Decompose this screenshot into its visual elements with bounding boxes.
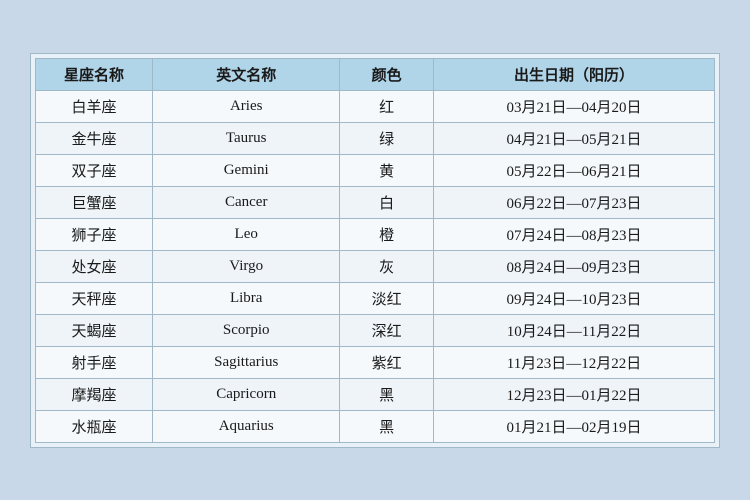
cell-date: 04月21日—05月21日 [434, 122, 715, 154]
cell-date: 05月22日—06月21日 [434, 154, 715, 186]
cell-en-name: Taurus [153, 122, 340, 154]
cell-color: 黑 [340, 410, 434, 442]
cell-en-name: Sagittarius [153, 346, 340, 378]
cell-en-name: Scorpio [153, 314, 340, 346]
cell-color: 橙 [340, 218, 434, 250]
table-header-row: 星座名称 英文名称 颜色 出生日期（阳历） [36, 58, 715, 90]
cell-en-name: Aries [153, 90, 340, 122]
cell-date: 10月24日—11月22日 [434, 314, 715, 346]
table-body: 白羊座Aries红03月21日—04月20日金牛座Taurus绿04月21日—0… [36, 90, 715, 442]
cell-color: 白 [340, 186, 434, 218]
cell-date: 09月24日—10月23日 [434, 282, 715, 314]
table-row: 处女座Virgo灰08月24日—09月23日 [36, 250, 715, 282]
cell-color: 黄 [340, 154, 434, 186]
cell-color: 红 [340, 90, 434, 122]
cell-zh-name: 射手座 [36, 346, 153, 378]
cell-zh-name: 巨蟹座 [36, 186, 153, 218]
cell-date: 08月24日—09月23日 [434, 250, 715, 282]
cell-en-name: Virgo [153, 250, 340, 282]
table-row: 白羊座Aries红03月21日—04月20日 [36, 90, 715, 122]
table-row: 狮子座Leo橙07月24日—08月23日 [36, 218, 715, 250]
header-color: 颜色 [340, 58, 434, 90]
cell-zh-name: 水瓶座 [36, 410, 153, 442]
cell-en-name: Gemini [153, 154, 340, 186]
cell-color: 绿 [340, 122, 434, 154]
cell-zh-name: 金牛座 [36, 122, 153, 154]
cell-zh-name: 狮子座 [36, 218, 153, 250]
header-zh-name: 星座名称 [36, 58, 153, 90]
table-row: 天秤座Libra淡红09月24日—10月23日 [36, 282, 715, 314]
cell-date: 11月23日—12月22日 [434, 346, 715, 378]
cell-date: 01月21日—02月19日 [434, 410, 715, 442]
cell-zh-name: 白羊座 [36, 90, 153, 122]
cell-color: 深红 [340, 314, 434, 346]
cell-color: 紫红 [340, 346, 434, 378]
cell-zh-name: 处女座 [36, 250, 153, 282]
cell-zh-name: 双子座 [36, 154, 153, 186]
cell-zh-name: 天秤座 [36, 282, 153, 314]
table-row: 射手座Sagittarius紫红11月23日—12月22日 [36, 346, 715, 378]
cell-en-name: Capricorn [153, 378, 340, 410]
cell-color: 淡红 [340, 282, 434, 314]
cell-date: 06月22日—07月23日 [434, 186, 715, 218]
cell-zh-name: 天蝎座 [36, 314, 153, 346]
cell-en-name: Cancer [153, 186, 340, 218]
cell-zh-name: 摩羯座 [36, 378, 153, 410]
cell-en-name: Leo [153, 218, 340, 250]
cell-date: 12月23日—01月22日 [434, 378, 715, 410]
cell-color: 黑 [340, 378, 434, 410]
cell-color: 灰 [340, 250, 434, 282]
table-row: 金牛座Taurus绿04月21日—05月21日 [36, 122, 715, 154]
cell-en-name: Libra [153, 282, 340, 314]
cell-date: 07月24日—08月23日 [434, 218, 715, 250]
table-row: 巨蟹座Cancer白06月22日—07月23日 [36, 186, 715, 218]
header-date: 出生日期（阳历） [434, 58, 715, 90]
table-row: 双子座Gemini黄05月22日—06月21日 [36, 154, 715, 186]
table-row: 摩羯座Capricorn黑12月23日—01月22日 [36, 378, 715, 410]
header-en-name: 英文名称 [153, 58, 340, 90]
cell-en-name: Aquarius [153, 410, 340, 442]
table-row: 天蝎座Scorpio深红10月24日—11月22日 [36, 314, 715, 346]
cell-date: 03月21日—04月20日 [434, 90, 715, 122]
zodiac-table: 星座名称 英文名称 颜色 出生日期（阳历） 白羊座Aries红03月21日—04… [35, 58, 715, 443]
table-row: 水瓶座Aquarius黑01月21日—02月19日 [36, 410, 715, 442]
zodiac-table-container: 星座名称 英文名称 颜色 出生日期（阳历） 白羊座Aries红03月21日—04… [30, 53, 720, 448]
